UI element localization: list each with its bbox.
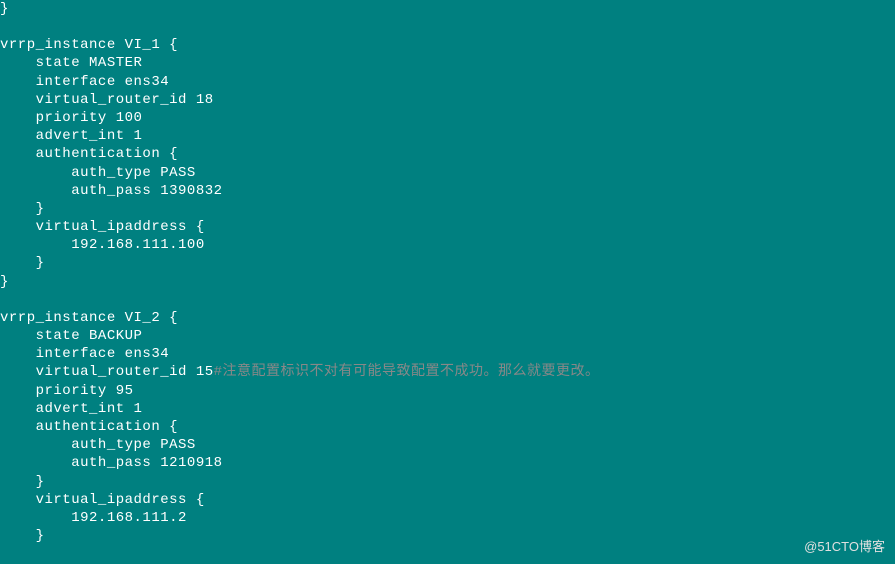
config-line: virtual_ipaddress { — [0, 218, 895, 236]
config-text: priority 100 — [0, 110, 142, 126]
config-text: state MASTER — [0, 55, 142, 71]
config-text: vrrp_instance VI_1 { — [0, 37, 178, 53]
config-line: state MASTER — [0, 54, 895, 72]
config-text: auth_pass 1210918 — [0, 455, 223, 471]
config-text: virtual_ipaddress { — [0, 219, 205, 235]
config-line: auth_pass 1210918 — [0, 454, 895, 472]
config-text: } — [0, 201, 45, 217]
config-line: virtual_ipaddress { — [0, 491, 895, 509]
config-text: interface ens34 — [0, 346, 169, 362]
config-line: vrrp_instance VI_1 { — [0, 36, 895, 54]
config-line: } — [0, 254, 895, 272]
config-line: } — [0, 273, 895, 291]
config-line: } — [0, 473, 895, 491]
config-line: priority 95 — [0, 382, 895, 400]
config-text: virtual_ipaddress { — [0, 492, 205, 508]
config-text: state BACKUP — [0, 328, 142, 344]
comment-text: #注意配置标识不对有可能导致配置不成功。那么就要更改。 — [214, 364, 600, 380]
config-line: } — [0, 527, 895, 545]
config-line: priority 100 — [0, 109, 895, 127]
config-line: advert_int 1 — [0, 127, 895, 145]
config-line: virtual_router_id 15#注意配置标识不对有可能导致配置不成功。… — [0, 363, 895, 381]
config-text: } — [0, 255, 45, 271]
config-line: vrrp_instance VI_2 { — [0, 309, 895, 327]
config-line: authentication { — [0, 145, 895, 163]
config-line: 192.168.111.2 — [0, 509, 895, 527]
config-text: } — [0, 528, 45, 544]
config-text: vrrp_instance VI_2 { — [0, 310, 178, 326]
terminal-output: } vrrp_instance VI_1 { state MASTER inter… — [0, 0, 895, 545]
config-line: } — [0, 200, 895, 218]
config-text: } — [0, 474, 45, 490]
config-line — [0, 291, 895, 309]
config-line — [0, 18, 895, 36]
config-text: virtual_router_id 15 — [0, 364, 214, 380]
config-line: interface ens34 — [0, 345, 895, 363]
config-line: state BACKUP — [0, 327, 895, 345]
config-text: advert_int 1 — [0, 128, 142, 144]
config-line: advert_int 1 — [0, 400, 895, 418]
config-text: advert_int 1 — [0, 401, 142, 417]
config-line: auth_type PASS — [0, 164, 895, 182]
config-text: interface ens34 — [0, 74, 169, 90]
config-text: priority 95 — [0, 383, 134, 399]
config-line: } — [0, 0, 895, 18]
config-text: 192.168.111.100 — [0, 237, 205, 253]
config-text: auth_type PASS — [0, 165, 196, 181]
config-text: auth_type PASS — [0, 437, 196, 453]
config-line: interface ens34 — [0, 73, 895, 91]
config-line: virtual_router_id 18 — [0, 91, 895, 109]
config-text: } — [0, 1, 9, 17]
config-line: 192.168.111.100 — [0, 236, 895, 254]
watermark-text: @51CTO博客 — [804, 539, 885, 556]
config-text: } — [0, 274, 9, 290]
config-text: authentication { — [0, 146, 178, 162]
config-line: auth_type PASS — [0, 436, 895, 454]
config-text: virtual_router_id 18 — [0, 92, 214, 108]
config-line: auth_pass 1390832 — [0, 182, 895, 200]
config-line: authentication { — [0, 418, 895, 436]
config-text: authentication { — [0, 419, 178, 435]
config-text: auth_pass 1390832 — [0, 183, 223, 199]
config-text: 192.168.111.2 — [0, 510, 187, 526]
